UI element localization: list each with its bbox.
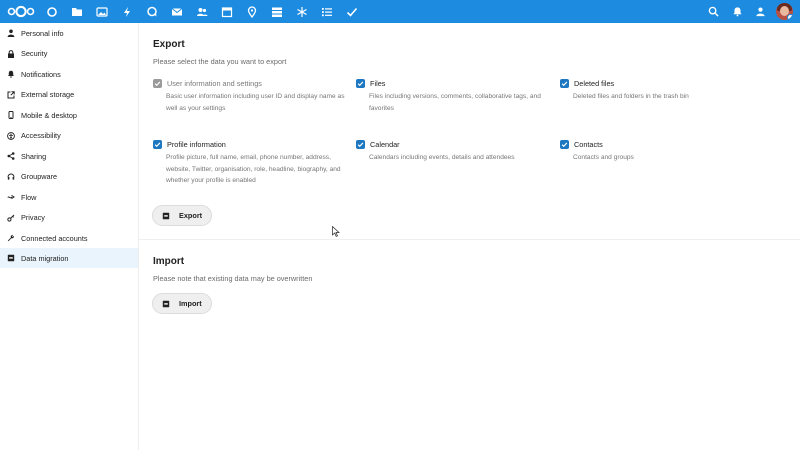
option-label: Calendar — [370, 139, 400, 149]
sidebar-item-privacy[interactable]: Privacy — [0, 208, 138, 228]
database-icon — [162, 300, 170, 308]
sidebar-item-label: Accessibility — [21, 131, 61, 140]
database-icon — [162, 212, 170, 220]
privacy-key-icon — [7, 214, 15, 222]
sidebar-item-label: Privacy — [21, 213, 45, 222]
import-button[interactable]: Import — [152, 293, 212, 314]
sidebar-item-label: Security — [21, 49, 48, 58]
notes-icon[interactable] — [320, 5, 333, 18]
sidebar-item-sharing[interactable]: Sharing — [0, 146, 138, 166]
export-option-calendar: Calendar Calendars including events, det… — [356, 139, 551, 164]
checkbox-files[interactable] — [356, 78, 365, 88]
calendar-icon[interactable] — [220, 5, 233, 18]
talk-icon[interactable] — [145, 5, 158, 18]
option-label: Deleted files — [574, 78, 615, 88]
sidebar-item-label: Personal info — [21, 28, 64, 38]
database-icon — [7, 254, 15, 262]
search-icon[interactable] — [706, 4, 720, 18]
section-divider — [139, 239, 800, 240]
sidebar-item-accessibility[interactable]: Accessibility — [0, 126, 138, 146]
mouse-cursor-icon — [332, 226, 340, 237]
export-option-user-info: User information and settings Basic user… — [153, 78, 348, 114]
option-label: Files — [370, 78, 386, 88]
notifications-icon[interactable] — [730, 4, 744, 18]
sidebar-item-label: Sharing — [21, 151, 47, 161]
sidebar-item-label: Notifications — [21, 69, 61, 79]
sidebar-item-security[interactable]: Security — [0, 44, 138, 64]
sidebar-item-mobile-desktop[interactable]: Mobile & desktop — [0, 105, 138, 125]
tasks-icon[interactable] — [345, 5, 358, 18]
user-avatar[interactable] — [776, 3, 793, 20]
phone-icon — [7, 111, 15, 119]
option-description: Basic user information including user ID… — [166, 93, 345, 112]
export-button[interactable]: Export — [152, 205, 213, 226]
import-heading: Import — [153, 256, 185, 267]
external-link-icon — [7, 90, 15, 99]
import-hint: Please note that existing data may be ov… — [153, 274, 313, 283]
sidebar-item-label: Connected accounts — [21, 233, 88, 243]
checkbox-user-info[interactable] — [153, 78, 162, 88]
option-label: User information and settings — [167, 78, 262, 88]
export-button-label: Export — [179, 211, 203, 220]
option-description: Contacts and groups — [573, 154, 634, 161]
contacts-icon[interactable] — [195, 5, 208, 18]
sidebar-item-label: Data migration — [21, 253, 69, 263]
option-description: Calendars including events, details and … — [369, 154, 515, 161]
option-label: Profile information — [167, 139, 226, 149]
mail-icon[interactable] — [170, 5, 183, 18]
status-indicator — [787, 14, 793, 20]
checkbox-deleted-files[interactable] — [560, 78, 569, 88]
export-hint: Please select the data you want to expor… — [153, 57, 287, 66]
flow-icon — [7, 193, 15, 201]
export-option-deleted-files: Deleted files Deleted files and folders … — [560, 78, 755, 103]
share-icon — [7, 152, 15, 160]
wrench-icon — [7, 234, 15, 242]
export-heading: Export — [153, 39, 185, 50]
photos-icon[interactable] — [95, 5, 108, 18]
accessibility-icon — [7, 131, 15, 140]
main-content: Export Please select the data you want t… — [139, 23, 800, 450]
option-description: Files including versions, comments, coll… — [369, 93, 541, 112]
sidebar-item-connected-accounts[interactable]: Connected accounts — [0, 228, 138, 248]
settings-sidebar: Personal info Security Notifications Ext… — [0, 23, 139, 450]
checkbox-profile[interactable] — [153, 139, 162, 149]
groupware-icon — [7, 173, 15, 181]
deck-icon[interactable] — [270, 5, 283, 18]
option-label: Contacts — [574, 139, 603, 149]
sidebar-item-personal-info[interactable]: Personal info — [0, 23, 138, 43]
sidebar-item-label: Groupware — [21, 172, 58, 181]
export-option-profile: Profile information Profile picture, ful… — [153, 139, 348, 187]
lock-icon — [7, 49, 15, 58]
sidebar-item-flow[interactable]: Flow — [0, 187, 138, 207]
export-option-contacts: Contacts Contacts and groups — [560, 139, 755, 164]
top-header — [0, 0, 800, 23]
nextcloud-logo[interactable] — [7, 5, 35, 18]
sidebar-item-label: Flow — [21, 192, 37, 202]
contacts-menu-icon[interactable] — [753, 4, 767, 18]
option-description: Deleted files and folders in the trash b… — [573, 93, 689, 100]
sidebar-item-label: External storage — [21, 90, 75, 99]
files-icon[interactable] — [70, 5, 83, 18]
dashboard-icon[interactable] — [45, 5, 58, 18]
import-button-label: Import — [179, 299, 202, 308]
sidebar-item-external-storage[interactable]: External storage — [0, 85, 138, 105]
maps-icon[interactable] — [245, 5, 258, 18]
sidebar-item-groupware[interactable]: Groupware — [0, 167, 138, 187]
option-description: Profile picture, full name, email, phone… — [166, 154, 341, 184]
bell-icon — [7, 70, 15, 78]
checkbox-calendar[interactable] — [356, 139, 365, 149]
export-option-files: Files Files including versions, comments… — [356, 78, 551, 114]
sidebar-item-data-migration[interactable]: Data migration — [0, 248, 138, 268]
sidebar-item-notifications[interactable]: Notifications — [0, 64, 138, 84]
checkbox-contacts[interactable] — [560, 139, 569, 149]
user-icon — [7, 29, 15, 37]
circles-icon[interactable] — [295, 5, 308, 18]
sidebar-item-label: Mobile & desktop — [21, 110, 77, 120]
activity-icon[interactable] — [120, 5, 133, 18]
